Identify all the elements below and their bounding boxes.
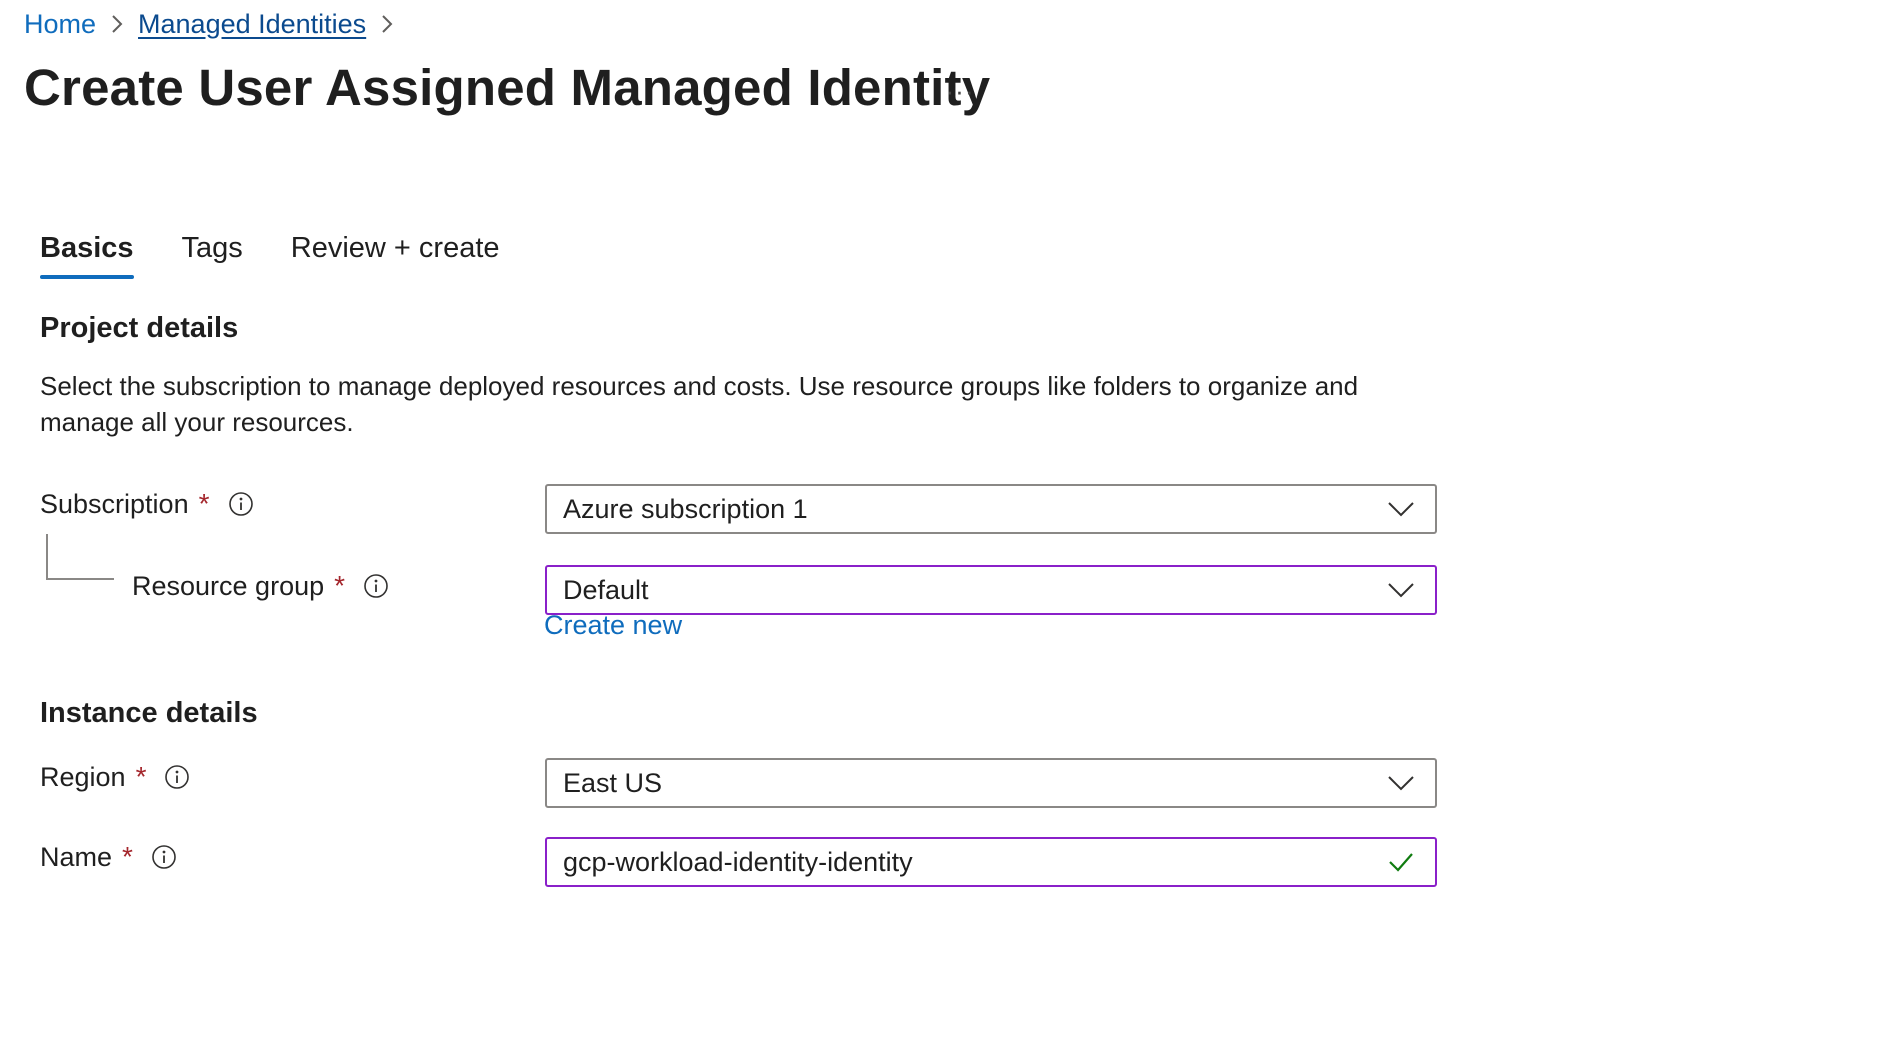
region-dropdown[interactable]: East US — [545, 758, 1437, 808]
chevron-down-icon — [1387, 500, 1415, 518]
name-label: Name * — [40, 837, 177, 877]
name-input[interactable]: gcp-workload-identity-identity — [545, 837, 1437, 887]
name-label-text: Name — [40, 841, 113, 872]
chevron-down-icon — [1387, 774, 1415, 792]
tab-basics[interactable]: Basics — [40, 232, 134, 279]
required-marker: * — [198, 488, 210, 519]
breadcrumb: Home Managed Identities — [24, 6, 408, 42]
subscription-label-text: Subscription — [40, 488, 189, 519]
project-details-description: Select the subscription to manage deploy… — [40, 371, 1359, 437]
required-marker: * — [334, 570, 346, 601]
info-icon[interactable] — [228, 491, 254, 517]
tab-review-create[interactable]: Review + create — [291, 232, 500, 279]
instance-details-heading: Instance details — [40, 697, 258, 729]
chevron-right-icon — [372, 12, 402, 36]
subscription-dropdown[interactable]: Azure subscription 1 — [545, 484, 1437, 534]
checkmark-icon — [1387, 851, 1415, 873]
subscription-value: Azure subscription 1 — [563, 493, 808, 524]
tab-tags[interactable]: Tags — [182, 232, 243, 279]
resource-group-label: Resource group * — [132, 566, 389, 606]
chevron-right-icon — [102, 12, 132, 36]
resource-group-dropdown[interactable]: Default — [545, 565, 1437, 615]
tree-connector — [46, 534, 114, 580]
info-icon[interactable] — [151, 844, 177, 870]
tab-bar: Basics Tags Review + create — [40, 232, 548, 279]
resource-group-value: Default — [563, 574, 649, 605]
required-marker: * — [122, 841, 133, 872]
info-icon[interactable] — [363, 573, 389, 599]
resource-group-label-text: Resource group — [132, 570, 325, 601]
region-label: Region * — [40, 757, 190, 797]
region-label-text: Region — [40, 761, 126, 792]
create-new-resource-group-link[interactable]: Create new — [544, 610, 682, 641]
more-options-button[interactable]: ··· — [940, 76, 980, 106]
chevron-down-icon — [1387, 581, 1415, 599]
subscription-label: Subscription * — [40, 484, 254, 524]
breadcrumb-home-link[interactable]: Home — [24, 9, 96, 40]
required-marker: * — [135, 761, 147, 792]
region-value: East US — [563, 767, 663, 798]
info-icon[interactable] — [164, 764, 190, 790]
project-details-heading: Project details — [40, 312, 239, 344]
name-value: gcp-workload-identity-identity — [563, 846, 913, 877]
breadcrumb-managed-identities-link[interactable]: Managed Identities — [138, 9, 366, 40]
page-title: Create User Assigned Managed Identity — [24, 59, 991, 116]
